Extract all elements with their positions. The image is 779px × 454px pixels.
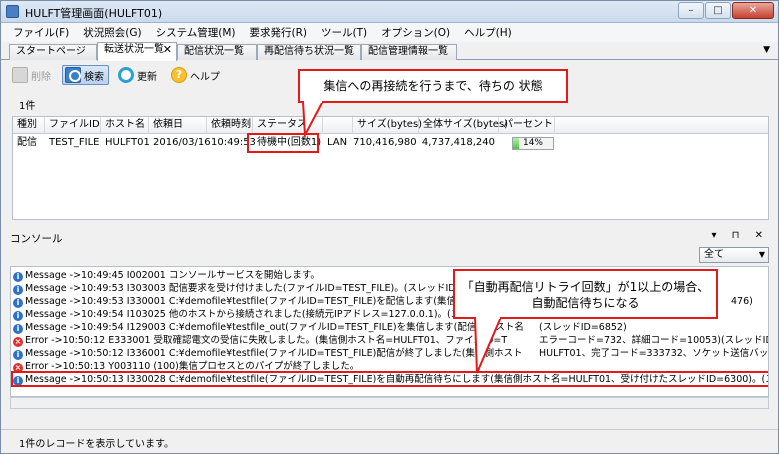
tab-start-page[interactable]: スタートページ bbox=[9, 44, 97, 60]
delete-icon bbox=[12, 67, 28, 83]
search-icon bbox=[65, 67, 81, 83]
cell-file-id: TEST_FILE bbox=[49, 137, 100, 148]
info-icon: i bbox=[13, 272, 23, 282]
maximize-button[interactable]: □ bbox=[705, 2, 731, 19]
window-title: HULFT管理画面(HULFT01) bbox=[25, 7, 163, 20]
status-text: 1件のレコードを表示しています。 bbox=[19, 439, 175, 450]
info-icon: i bbox=[13, 298, 23, 308]
tab-label: 転送状況一覧 bbox=[104, 44, 164, 55]
tab-label: 配信状況一覧 bbox=[184, 46, 244, 57]
menu-help[interactable]: ヘルプ(H) bbox=[458, 25, 520, 40]
column-header[interactable]: 依頼時刻 bbox=[207, 117, 253, 134]
tab-label: 再配信待ち状況一覧 bbox=[264, 46, 354, 57]
tab-delivery-management[interactable]: 配信管理情報一覧 bbox=[361, 44, 457, 60]
horizontal-scrollbar[interactable] bbox=[10, 397, 769, 409]
log-line[interactable]: × Error ->10:50:12 E333001 受取確認電文の受信に失敗しま… bbox=[13, 334, 507, 347]
info-icon: i bbox=[13, 350, 23, 360]
menu-bar: ファイル(F) 状況照会(G) システム管理(M) 要求発行(R) ツール(T)… bbox=[1, 23, 778, 42]
column-header[interactable]: ファイルID bbox=[45, 117, 101, 134]
transfer-status-grid: 種別 ファイルID ホスト名 依頼日 依頼時刻 ステータス サイズ(bytes)… bbox=[12, 116, 769, 220]
tab-delivery-status[interactable]: 配信状況一覧 bbox=[177, 44, 257, 60]
log-line[interactable]: i Message ->10:49:45 I002001 コンソールサービスを開始… bbox=[13, 269, 320, 282]
cell-size: 710,416,980 bbox=[353, 137, 417, 148]
console-panel: コンソール ▾ ⊓ ✕ 全て ▼ i Message ->10:49:45 I00… bbox=[4, 227, 775, 425]
log-tail: エラーコード=732、詳細コード=10053)(スレッドID=5 bbox=[539, 335, 769, 346]
info-icon: i bbox=[13, 285, 23, 295]
progress-bar: 14% bbox=[512, 137, 554, 150]
status-bar: 1件のレコードを表示しています。 bbox=[1, 429, 778, 453]
refresh-label: 更新 bbox=[137, 71, 157, 83]
callout-bottom-pointer bbox=[473, 317, 503, 374]
console-window-controls[interactable]: ▾ ⊓ ✕ bbox=[711, 230, 769, 241]
result-count: 1件 bbox=[19, 101, 36, 112]
log-line[interactable]: i Message ->10:49:54 I103025 他のホストから接続されま… bbox=[13, 308, 489, 321]
callout-top-pointer bbox=[301, 101, 325, 137]
title-bar: HULFT管理画面(HULFT01) – □ ✕ bbox=[1, 1, 778, 23]
log-tail: (スレッドID=6852) bbox=[539, 322, 627, 333]
tab-label: 配信管理情報一覧 bbox=[368, 46, 448, 57]
cell-host: HULFT01 bbox=[105, 137, 150, 148]
refresh-icon bbox=[118, 67, 134, 83]
log-line[interactable]: i Message ->10:49:53 I303003 配信要求を受け付けました… bbox=[13, 282, 482, 295]
console-title: コンソール bbox=[10, 233, 63, 245]
grid-header: 種別 ファイルID ホスト名 依頼日 依頼時刻 ステータス サイズ(bytes)… bbox=[13, 117, 768, 134]
log-filter-select[interactable]: 全て ▼ bbox=[699, 247, 769, 263]
log-line[interactable]: i Message ->10:50:12 I336001 C:¥demofile¥… bbox=[13, 347, 523, 360]
menu-request[interactable]: 要求発行(R) bbox=[244, 25, 316, 40]
column-header[interactable]: ホスト名 bbox=[101, 117, 149, 134]
filter-value: 全て bbox=[704, 249, 724, 260]
callout-bottom-line2: 自動配信待ちになる bbox=[531, 296, 640, 310]
tab-bar: スタートページ 転送状況一覧 ✕ 配信状況一覧 再配信待ち状況一覧 配信管理情報一… bbox=[1, 42, 778, 61]
tab-label: スタートページ bbox=[16, 46, 86, 57]
search-label: 検索 bbox=[84, 71, 104, 83]
search-button[interactable]: 検索 bbox=[62, 65, 109, 85]
column-header[interactable]: 全体サイズ(bytes) bbox=[419, 117, 508, 134]
log-highlight-box bbox=[11, 371, 768, 387]
column-header[interactable]: サイズ(bytes) bbox=[353, 117, 422, 134]
window-controls: – □ ✕ bbox=[678, 2, 774, 20]
log-tail: 476) bbox=[731, 296, 753, 307]
progress-text: 14% bbox=[522, 138, 543, 148]
cell-total-size: 4,737,418,240 bbox=[421, 137, 495, 148]
menu-system[interactable]: システム管理(M) bbox=[150, 25, 244, 40]
tab-transfer-status[interactable]: 転送状況一覧 ✕ bbox=[97, 42, 177, 61]
callout-top: 集信への再接続を行うまで、待ちの 状態 bbox=[298, 69, 568, 103]
log-line[interactable]: i Message ->10:49:54 I129003 C:¥demofile¥… bbox=[13, 321, 524, 334]
cell-network: LAN bbox=[327, 137, 348, 148]
log-tail: HULFT01、完了コード=333732、ソケット送信バッファサイズ=8 bbox=[539, 348, 769, 359]
tab-redelivery-wait[interactable]: 再配信待ち状況一覧 bbox=[257, 44, 361, 60]
menu-options[interactable]: オプション(O) bbox=[375, 25, 458, 40]
info-icon: i bbox=[13, 311, 23, 321]
help-icon: ? bbox=[171, 67, 187, 83]
minimize-button[interactable]: – bbox=[678, 2, 704, 19]
info-icon: i bbox=[13, 324, 23, 334]
error-icon: × bbox=[13, 337, 23, 347]
cell-kind: 配信 bbox=[17, 137, 37, 148]
tab-overflow-icon[interactable]: ▼ bbox=[763, 45, 770, 55]
column-header[interactable]: パーセント bbox=[499, 117, 555, 134]
log-line[interactable]: i Message ->10:49:53 I330001 C:¥demofile¥… bbox=[13, 295, 494, 308]
table-row[interactable]: 配信 TEST_FILE HULFT01 2016/03/16 10:49:53… bbox=[13, 134, 768, 152]
delete-button[interactable]: 削除 bbox=[9, 65, 56, 85]
toolbar: 削除 検索 更新 ? ヘルプ bbox=[9, 64, 225, 86]
callout-bottom-line1: 「自動再配信リトライ回数」が1以上の場合、 bbox=[461, 280, 710, 294]
column-header[interactable]: 依頼日 bbox=[149, 117, 207, 134]
cell-date: 2016/03/16 bbox=[153, 137, 211, 148]
help-button[interactable]: ? ヘルプ bbox=[168, 65, 225, 85]
close-button[interactable]: ✕ bbox=[732, 2, 774, 19]
column-header[interactable]: 種別 bbox=[13, 117, 45, 134]
delete-label: 削除 bbox=[31, 71, 51, 83]
chevron-down-icon: ▼ bbox=[758, 250, 765, 259]
callout-bottom: 「自動再配信リトライ回数」が1以上の場合、 自動配信待ちになる bbox=[453, 269, 718, 319]
menu-file[interactable]: ファイル(F) bbox=[7, 25, 77, 40]
main-window: HULFT管理画面(HULFT01) – □ ✕ ファイル(F) 状況照会(G)… bbox=[0, 0, 779, 454]
help-label: ヘルプ bbox=[190, 71, 220, 83]
app-icon bbox=[6, 5, 19, 18]
tab-close-icon[interactable]: ✕ bbox=[163, 43, 172, 57]
refresh-button[interactable]: 更新 bbox=[115, 65, 162, 85]
menu-status[interactable]: 状況照会(G) bbox=[77, 25, 149, 40]
menu-tools[interactable]: ツール(T) bbox=[315, 25, 375, 40]
